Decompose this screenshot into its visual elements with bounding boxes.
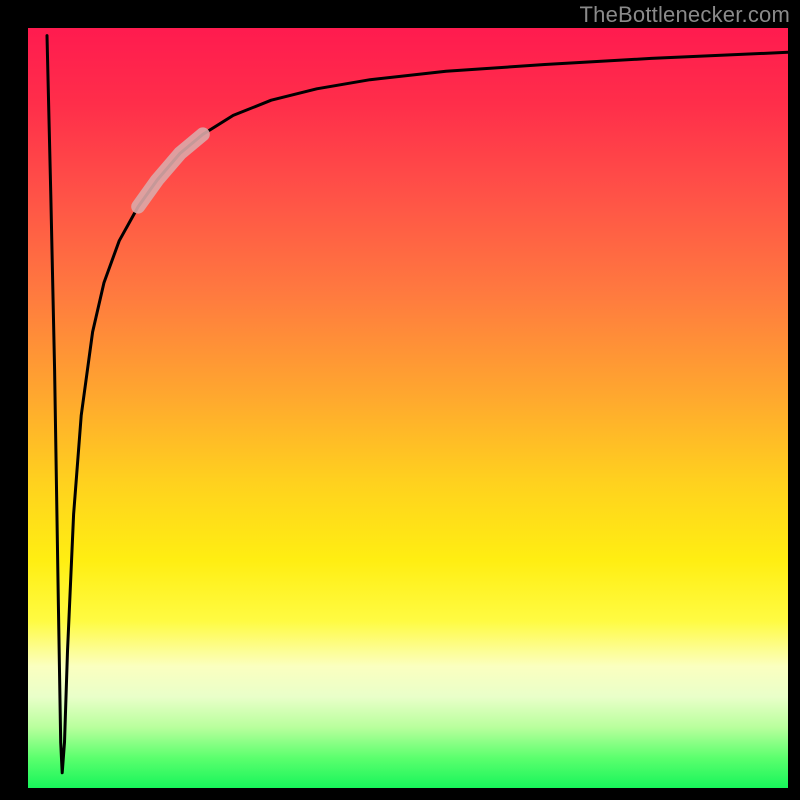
attribution-label: TheBottlenecker.com	[580, 2, 790, 28]
plot-area	[28, 28, 788, 788]
curve-highlight	[138, 134, 203, 206]
chart-frame: TheBottlenecker.com	[0, 0, 800, 800]
curve-layer	[28, 28, 788, 788]
bottleneck-curve	[47, 36, 788, 773]
